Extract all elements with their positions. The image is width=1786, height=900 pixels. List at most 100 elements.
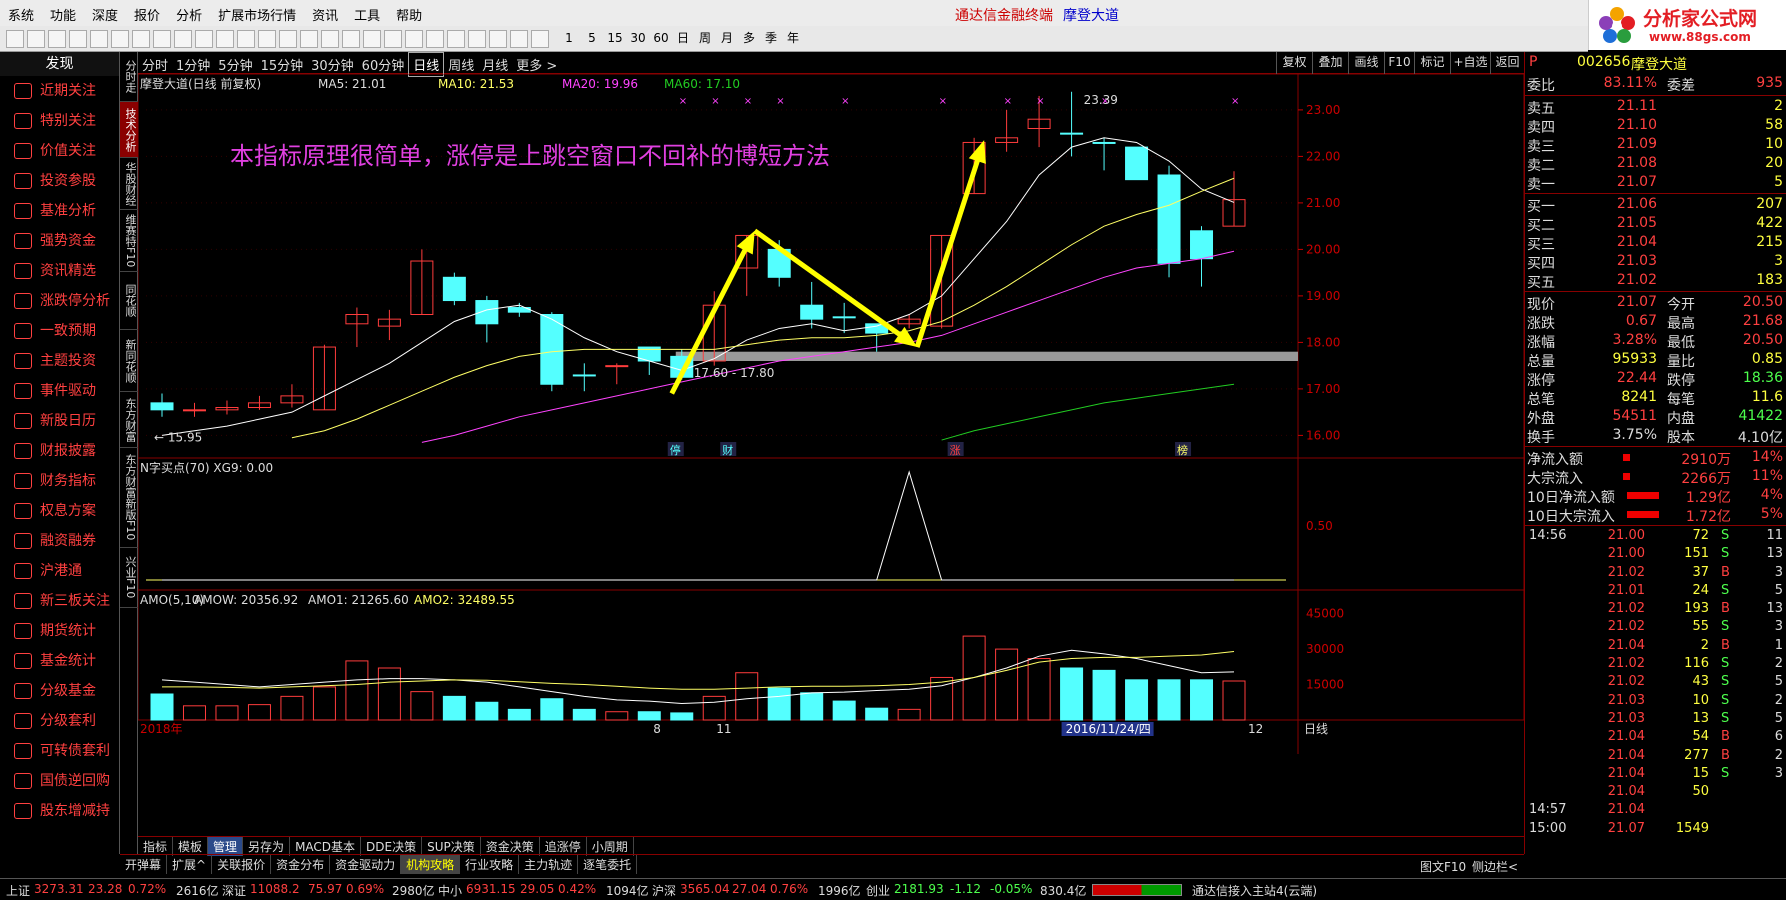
toolbar-period-6[interactable]: 周 xyxy=(695,30,715,48)
chart-button-6[interactable]: 返回 xyxy=(1490,52,1524,74)
toolbar-tool-icon[interactable] xyxy=(447,30,465,48)
toolbar-tool-icon[interactable] xyxy=(384,30,402,48)
sidebar-item-5[interactable]: 强势资金 xyxy=(0,226,119,256)
toolbar-period-5[interactable]: 日 xyxy=(673,30,693,48)
toolbar-tool-icon[interactable] xyxy=(216,30,234,48)
toolbar-period-10[interactable]: 年 xyxy=(783,30,803,48)
chart-button-0[interactable]: 复权 xyxy=(1276,52,1312,74)
sidebar-item-8[interactable]: 一致预期 xyxy=(0,316,119,346)
sidebar-item-9[interactable]: 主题投资 xyxy=(0,346,119,376)
menu-quote[interactable]: 报价 xyxy=(126,0,168,26)
sidebar-item-15[interactable]: 融资融券 xyxy=(0,526,119,556)
sidebar-item-3[interactable]: 投资参股 xyxy=(0,166,119,196)
toolbar-tool-icon[interactable] xyxy=(363,30,381,48)
function-tab-1[interactable]: 扩展^ xyxy=(167,855,213,874)
toolbar-tool-icon[interactable] xyxy=(426,30,444,48)
vtab-1[interactable]: 技术分析 xyxy=(120,102,138,158)
function-tab-3[interactable]: 资金分布 xyxy=(271,855,331,874)
toolbar-tool-icon[interactable] xyxy=(90,30,108,48)
menu-analysis[interactable]: 分析 xyxy=(168,0,210,26)
toolbar-tool-icon[interactable] xyxy=(342,30,360,48)
toolbar-tool-icon[interactable] xyxy=(405,30,423,48)
function-tab-7[interactable]: 主力轨迹 xyxy=(519,855,579,874)
period-tab-4[interactable]: 30分钟 xyxy=(307,53,358,76)
bottom-right-f10[interactable]: 图文F10 xyxy=(1420,858,1466,875)
toolbar-period-1[interactable]: 5 xyxy=(581,30,603,48)
toolbar-tool-icon[interactable] xyxy=(300,30,318,48)
bottom-right-sidebar[interactable]: 侧边栏< xyxy=(1472,858,1518,875)
sidebar-item-23[interactable]: 国债逆回购 xyxy=(0,766,119,796)
vtab-7[interactable]: 东方财富新版F10 xyxy=(120,448,138,548)
vtab-2[interactable]: 华股财经 xyxy=(120,158,138,210)
toolbar-period-9[interactable]: 季 xyxy=(761,30,781,48)
vtab-6[interactable]: 东方财富F10 xyxy=(120,392,138,448)
period-tab-0[interactable]: 分时 xyxy=(138,53,172,76)
menu-news[interactable]: 资讯 xyxy=(304,0,346,26)
toolbar-tool-icon[interactable] xyxy=(195,30,213,48)
sidebar-item-6[interactable]: 资讯精选 xyxy=(0,256,119,286)
vtab-5[interactable]: 新同花顺F10 xyxy=(120,330,138,392)
toolbar-period-0[interactable]: 1 xyxy=(558,30,580,48)
chart-button-3[interactable]: F10 xyxy=(1384,52,1414,74)
toolbar-tool-icon[interactable] xyxy=(153,30,171,48)
toolbar-tool-icon[interactable] xyxy=(132,30,150,48)
sidebar-item-0[interactable]: 近期关注 xyxy=(0,76,119,106)
menu-help[interactable]: 帮助 xyxy=(388,0,430,26)
sidebar-item-21[interactable]: 分级套利 xyxy=(0,706,119,736)
toolbar-tool-icon[interactable] xyxy=(111,30,129,48)
toolbar-tool-icon[interactable] xyxy=(468,30,486,48)
menu-system[interactable]: 系统 xyxy=(0,0,42,26)
toolbar-tool-icon[interactable] xyxy=(69,30,87,48)
function-tab-5[interactable]: 机构攻略 xyxy=(401,855,461,874)
kline-chart[interactable]: 23.00 22.00 21.00 20.00 19.00 18.00 17.00 16.00… xyxy=(138,74,1524,836)
period-tab-3[interactable]: 15分钟 xyxy=(257,53,308,76)
toolbar-tool-icon[interactable] xyxy=(48,30,66,48)
toolbar-tool-icon[interactable] xyxy=(531,30,549,48)
toolbar-tool-icon[interactable] xyxy=(174,30,192,48)
function-tab-0[interactable]: 开弹幕 xyxy=(120,855,168,874)
toolbar-period-3[interactable]: 30 xyxy=(627,30,649,48)
chart-button-4[interactable]: 标记 xyxy=(1414,52,1450,74)
chart-button-5[interactable]: +自选 xyxy=(1450,52,1490,74)
sidebar-item-2[interactable]: 价值关注 xyxy=(0,136,119,166)
period-tab-7[interactable]: 周线 xyxy=(444,53,478,76)
vtab-0[interactable]: 分时走势 xyxy=(120,52,138,102)
toolbar-tool-icon[interactable] xyxy=(321,30,339,48)
function-tab-8[interactable]: 逐笔委托 xyxy=(578,855,638,874)
sidebar-item-10[interactable]: 事件驱动 xyxy=(0,376,119,406)
toolbar-tool-icon[interactable] xyxy=(510,30,528,48)
menu-function[interactable]: 功能 xyxy=(42,0,84,26)
toolbar-period-8[interactable]: 多 xyxy=(739,30,759,48)
period-tab-1[interactable]: 1分钟 xyxy=(172,53,214,76)
vtab-4[interactable]: 同花顺F10 xyxy=(120,272,138,330)
period-tab-8[interactable]: 月线 xyxy=(478,53,512,76)
vtab-3[interactable]: 维赛特F10 xyxy=(120,210,138,272)
menu-depth[interactable]: 深度 xyxy=(84,0,126,26)
sidebar-item-4[interactable]: 基准分析 xyxy=(0,196,119,226)
sidebar-item-18[interactable]: 期货统计 xyxy=(0,616,119,646)
toolbar-tool-icon[interactable] xyxy=(237,30,255,48)
sidebar-item-16[interactable]: 沪港通 xyxy=(0,556,119,586)
chart-button-1[interactable]: 叠加 xyxy=(1312,52,1348,74)
sidebar-item-20[interactable]: 分级基金 xyxy=(0,676,119,706)
sidebar-item-22[interactable]: 可转债套利 xyxy=(0,736,119,766)
menu-extended-market[interactable]: 扩展市场行情 xyxy=(210,0,304,26)
toolbar-period-7[interactable]: 月 xyxy=(717,30,737,48)
toolbar-tool-icon[interactable] xyxy=(27,30,45,48)
period-tab-5[interactable]: 60分钟 xyxy=(358,53,409,76)
period-tab-9[interactable]: 更多 > xyxy=(512,53,561,76)
sidebar-item-7[interactable]: 涨跌停分析 xyxy=(0,286,119,316)
toolbar-period-4[interactable]: 60 xyxy=(650,30,672,48)
function-tab-6[interactable]: 行业攻略 xyxy=(460,855,520,874)
function-tab-2[interactable]: 关联报价 xyxy=(212,855,272,874)
sidebar-item-11[interactable]: 新股日历 xyxy=(0,406,119,436)
sidebar-item-13[interactable]: 财务指标 xyxy=(0,466,119,496)
function-tab-4[interactable]: 资金驱动力 xyxy=(330,855,402,874)
vtab-8[interactable]: 兴业F10 xyxy=(120,548,138,608)
menu-tools[interactable]: 工具 xyxy=(346,0,388,26)
toolbar-tool-icon[interactable] xyxy=(489,30,507,48)
sidebar-item-14[interactable]: 权息方案 xyxy=(0,496,119,526)
toolbar-period-2[interactable]: 15 xyxy=(604,30,626,48)
toolbar-tool-icon[interactable] xyxy=(279,30,297,48)
toolbar-tool-icon[interactable] xyxy=(258,30,276,48)
